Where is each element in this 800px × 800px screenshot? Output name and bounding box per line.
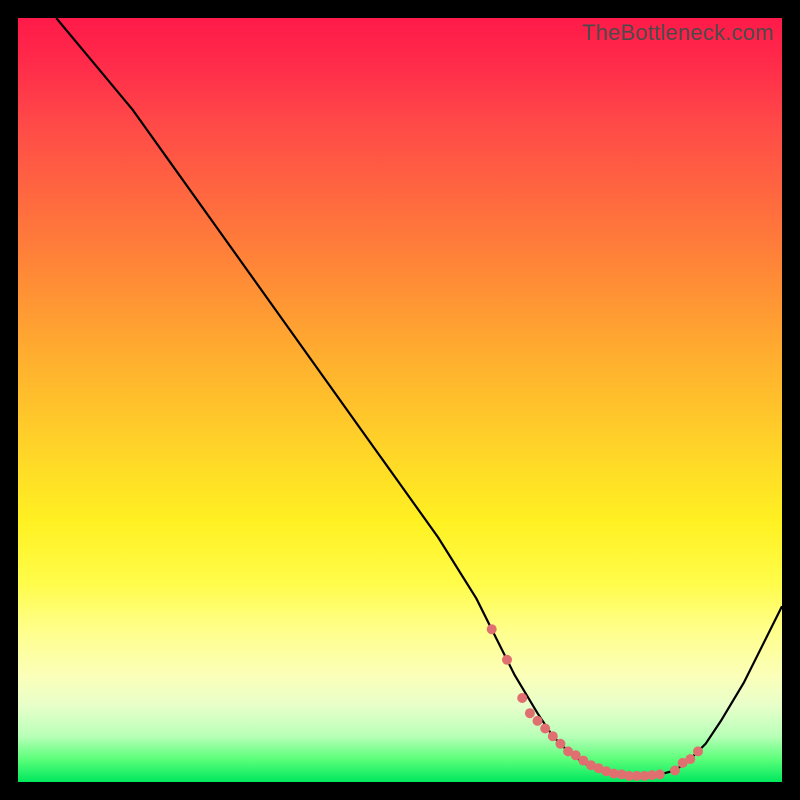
valley-marker — [685, 754, 695, 764]
valley-marker — [655, 769, 665, 779]
chart-frame: TheBottleneck.com — [0, 0, 800, 800]
valley-marker — [693, 746, 703, 756]
valley-marker — [502, 655, 512, 665]
bottleneck-curve — [56, 18, 782, 776]
plot-area: TheBottleneck.com — [18, 18, 782, 782]
valley-marker — [487, 624, 497, 634]
valley-marker — [517, 693, 527, 703]
valley-marker — [670, 766, 680, 776]
valley-marker — [525, 708, 535, 718]
valley-marker — [540, 724, 550, 734]
valley-markers-group — [487, 624, 703, 781]
valley-marker — [555, 739, 565, 749]
valley-marker — [548, 731, 558, 741]
chart-svg — [18, 18, 782, 782]
valley-marker — [533, 716, 543, 726]
